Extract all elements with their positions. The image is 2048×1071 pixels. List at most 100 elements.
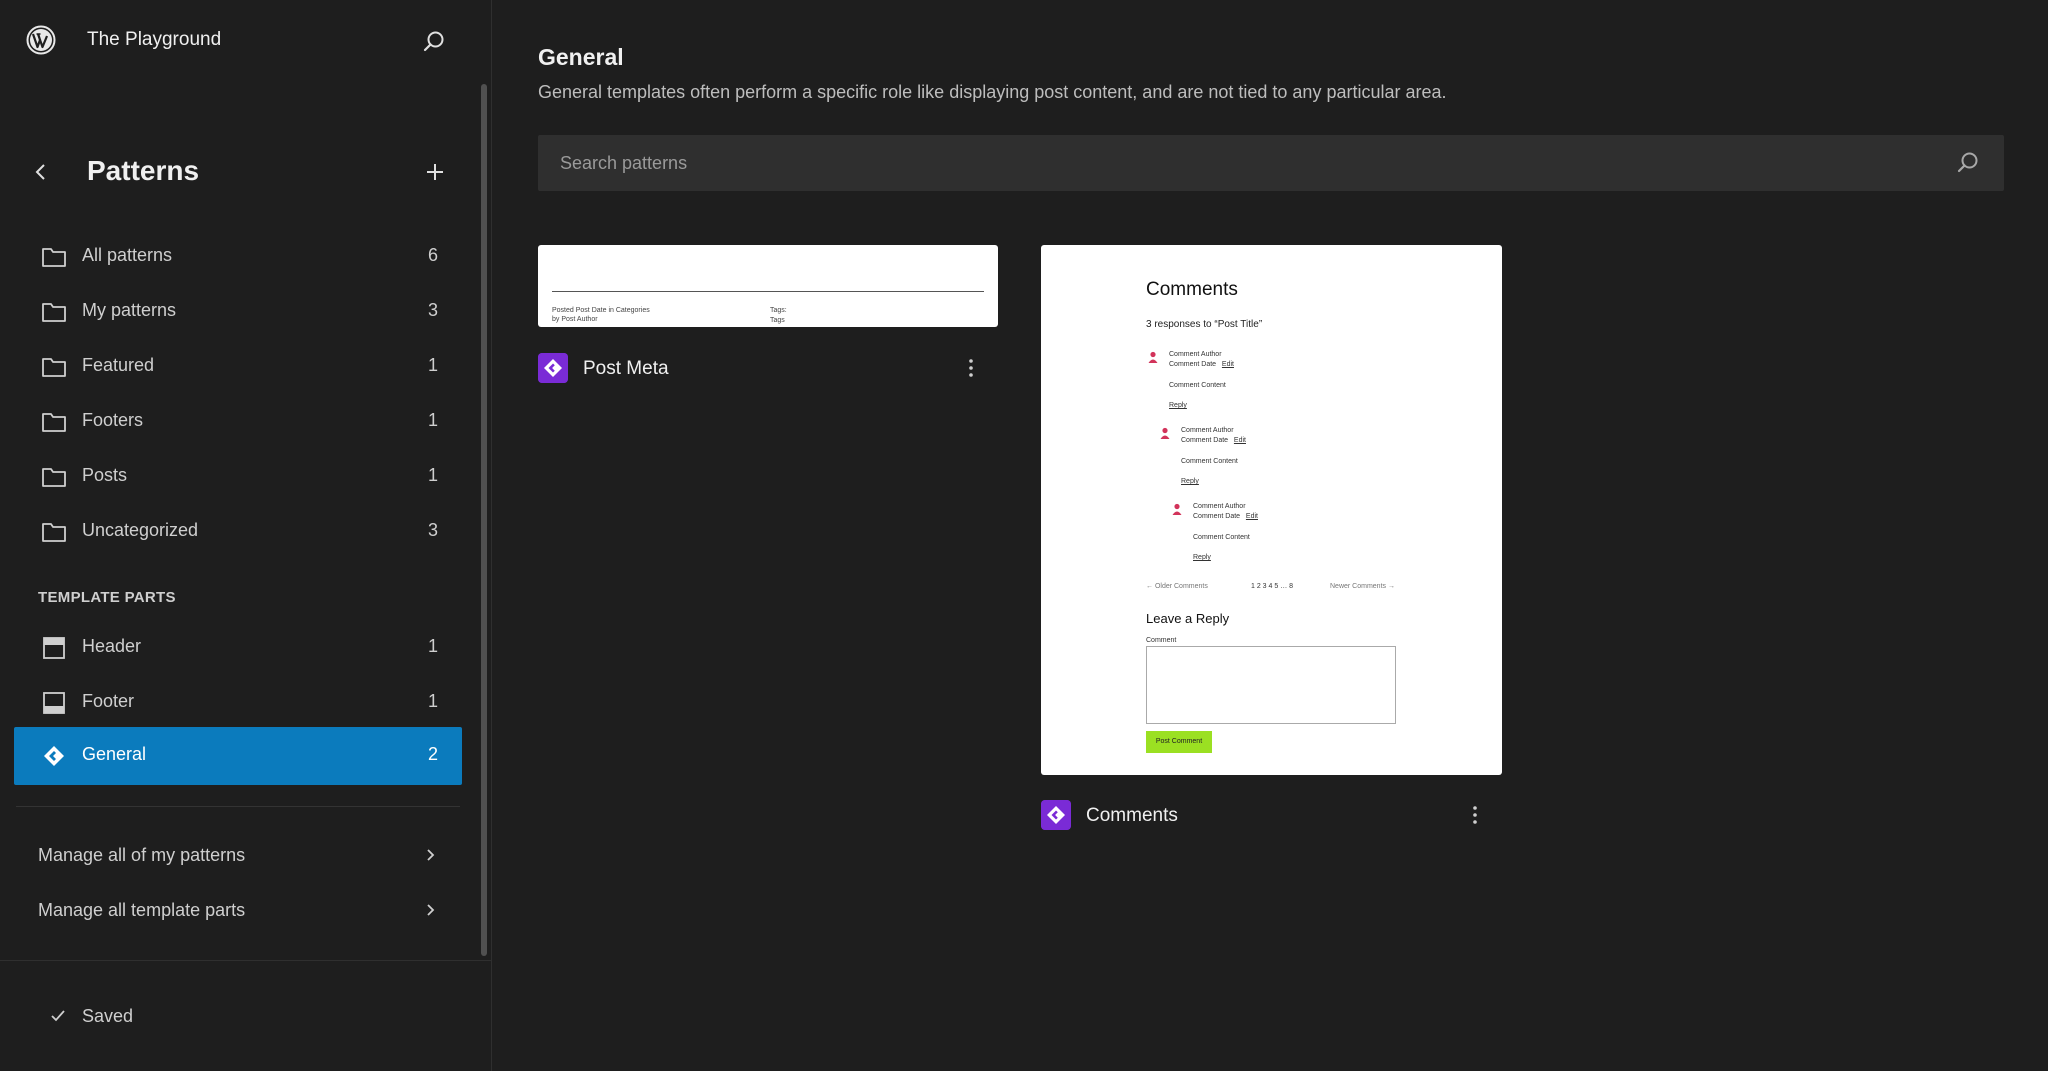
manage-my-patterns-link[interactable]: Manage all of my patterns [14,829,462,883]
folder-icon [42,523,66,542]
preview-heading: Comments [1146,279,1238,300]
panel-title: Patterns [87,155,200,186]
preview-text: 1 2 3 4 5 … 8 [1251,583,1294,590]
plus-icon[interactable] [421,158,449,186]
preview-text: Comment Content [1193,534,1250,541]
preview-text: ← Older Comments [1146,583,1208,590]
nav-count: 1 [427,691,438,711]
nav-item-footers[interactable]: Footers 1 [14,393,462,449]
footer-template-icon [43,692,65,714]
nav-count: 1 [427,465,438,485]
search-input[interactable] [538,135,1938,191]
folder-icon [42,303,66,322]
preview-text: Reply [1169,402,1187,409]
nav-item-header[interactable]: Header 1 [14,619,462,675]
nav-count: 1 [427,636,438,656]
search-icon[interactable] [1954,149,1982,177]
preview-text: Newer Comments → [1330,583,1395,590]
page-description: General templates often perform a specif… [538,82,1447,102]
pattern-card-footer: Comments [1041,800,1502,834]
nav-label: General [82,744,147,764]
search-box [538,135,2004,191]
nav-label: Featured [82,355,155,375]
preview-text: Reply [1181,478,1199,485]
nav-item-footer[interactable]: Footer 1 [14,674,462,730]
symbol-icon [538,353,568,383]
preview-text: Comment Author [1193,503,1246,510]
preview-text: Comment Content [1169,382,1226,389]
nav-label: My patterns [82,300,177,320]
avatar-icon [1172,503,1182,515]
preview-post-button: Post Comment [1146,731,1212,753]
panel-header: Patterns [0,145,470,201]
preview-text: Comment [1146,637,1177,644]
sidebar-scrollbar-thumb[interactable] [481,84,487,956]
pattern-card-footer: Post Meta [538,353,998,387]
pattern-title[interactable]: Post Meta [583,358,669,380]
wordpress-logo[interactable] [26,25,56,55]
nav-item-general[interactable]: General 2 [14,727,462,785]
preview-text: Comment Author [1181,427,1234,434]
template-parts-heading: TEMPLATE PARTS [38,589,176,606]
search-icon[interactable] [420,28,448,56]
preview-text: Comment Date Edit [1181,437,1246,444]
nav-count: 6 [427,245,438,265]
preview-text: Comment Author [1169,351,1222,358]
main-content: General General templates often perform … [493,0,2048,1071]
pattern-card-comments: Comments 3 responses to “Post Title” Com… [1041,245,1502,835]
nav-label: Footers [82,410,144,430]
nav-item-all-patterns[interactable]: All patterns 6 [14,228,462,284]
folder-icon [42,413,66,432]
site-title[interactable]: The Playground [87,29,221,51]
folder-icon [42,468,66,487]
nav-label: Footer [82,691,135,711]
preview-text: 3 responses to “Post Title” [1146,319,1263,330]
sidebar-footer-divider [0,960,492,961]
pattern-preview[interactable]: Comments 3 responses to “Post Title” Com… [1041,245,1502,775]
preview-text: Reply [1193,554,1211,561]
avatar-icon [1148,351,1158,363]
nav-label: Uncategorized [82,520,199,540]
manage-link-label: Manage all of my patterns [38,845,246,865]
nav-item-my-patterns[interactable]: My patterns 3 [14,283,462,339]
more-vertical-icon[interactable] [958,355,984,381]
folder-icon [42,248,66,267]
sidebar: The Playground Patterns All patterns 6 M… [0,0,492,1071]
nav-count: 1 [427,355,438,375]
preview-text: Leave a Reply [1146,611,1230,626]
page-title: General [538,44,624,70]
chevron-left-icon[interactable] [28,159,54,185]
symbol-icon [1041,800,1071,830]
nav-count: 3 [427,300,438,320]
preview-text: by Post Author [552,316,598,323]
nav-item-featured[interactable]: Featured 1 [14,338,462,394]
nav-label: All patterns [82,245,173,265]
manage-link-label: Manage all template parts [38,900,246,920]
nav-count: 2 [427,744,438,764]
nav-label: Header [82,636,142,656]
manage-template-parts-link[interactable]: Manage all template parts [14,884,462,938]
folder-icon [42,358,66,377]
pattern-title[interactable]: Comments [1086,805,1178,827]
nav-label: Posts [82,465,128,485]
preview-text: Tags [770,317,785,324]
nav-count: 3 [427,520,438,540]
nav-item-uncategorized[interactable]: Uncategorized 3 [14,503,462,559]
preview-text: Comment Date Edit [1169,361,1234,368]
pattern-preview[interactable]: Posted Post Date in Categories by Post A… [538,245,998,327]
pattern-card-post-meta: Posted Post Date in Categories by Post A… [538,245,998,395]
saved-label: Saved [82,1006,134,1026]
preview-text: Comment Content [1181,458,1238,465]
check-icon [51,1010,65,1022]
more-vertical-icon[interactable] [1462,802,1488,828]
preview-separator [552,291,984,292]
preview-text: Tags: [770,307,787,314]
chevron-right-icon [427,904,435,916]
preview-textarea [1146,646,1396,724]
preview-text: Comment Date Edit [1193,513,1258,520]
symbol-icon [44,746,64,766]
sidebar-divider [16,806,460,807]
preview-text: Posted Post Date in Categories [552,307,650,314]
nav-item-posts[interactable]: Posts 1 [14,448,462,504]
chevron-right-icon [427,849,435,861]
